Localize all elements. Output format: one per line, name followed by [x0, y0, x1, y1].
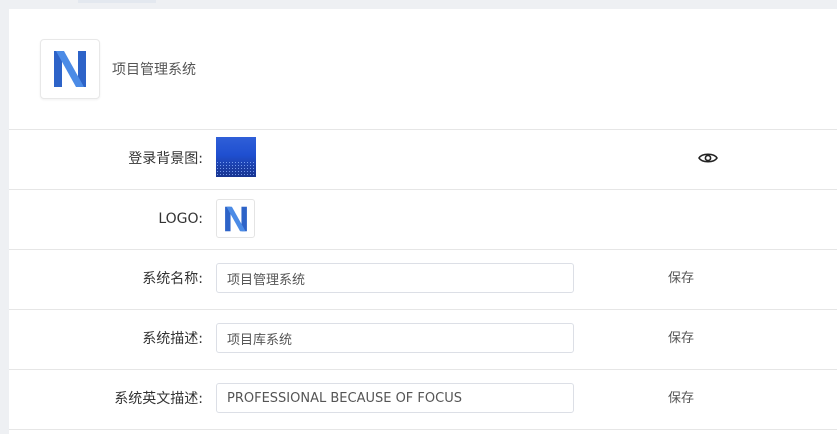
top-tab-indicator: [78, 0, 156, 3]
row-login-background: 登录背景图:: [9, 129, 837, 190]
row-logo: LOGO:: [9, 189, 837, 250]
eye-icon[interactable]: [698, 150, 718, 166]
system-description-label: 系统描述:: [142, 331, 203, 347]
logo-label: LOGO:: [158, 211, 203, 227]
row-system-description: 系统描述: 保存: [9, 309, 837, 370]
login-background-thumbnail[interactable]: [216, 137, 256, 177]
system-name-input[interactable]: [216, 263, 574, 293]
panel-header: 项目管理系统: [9, 9, 837, 130]
app-logo: [40, 39, 100, 99]
save-system-english-description-button[interactable]: 保存: [664, 369, 698, 429]
system-english-description-label: 系统英文描述:: [114, 391, 203, 407]
save-system-name-button[interactable]: 保存: [664, 249, 698, 309]
system-description-input[interactable]: [216, 323, 574, 353]
logo-thumbnail-icon: [224, 206, 247, 231]
row-system-english-description: 系统英文描述: 保存: [9, 369, 837, 430]
settings-panel: 项目管理系统 登录背景图: LOGO: 系统名称: 保存 系统描述:: [9, 9, 837, 434]
app-logo-icon: [54, 51, 86, 87]
app-name: 项目管理系统: [112, 62, 196, 78]
system-name-label: 系统名称:: [142, 271, 203, 287]
thumbnail-texture: [216, 161, 256, 177]
login-background-label: 登录背景图:: [128, 151, 203, 167]
row-system-name: 系统名称: 保存: [9, 249, 837, 310]
logo-thumbnail[interactable]: [216, 199, 255, 238]
save-system-description-button[interactable]: 保存: [664, 309, 698, 369]
system-english-description-input[interactable]: [216, 383, 574, 413]
